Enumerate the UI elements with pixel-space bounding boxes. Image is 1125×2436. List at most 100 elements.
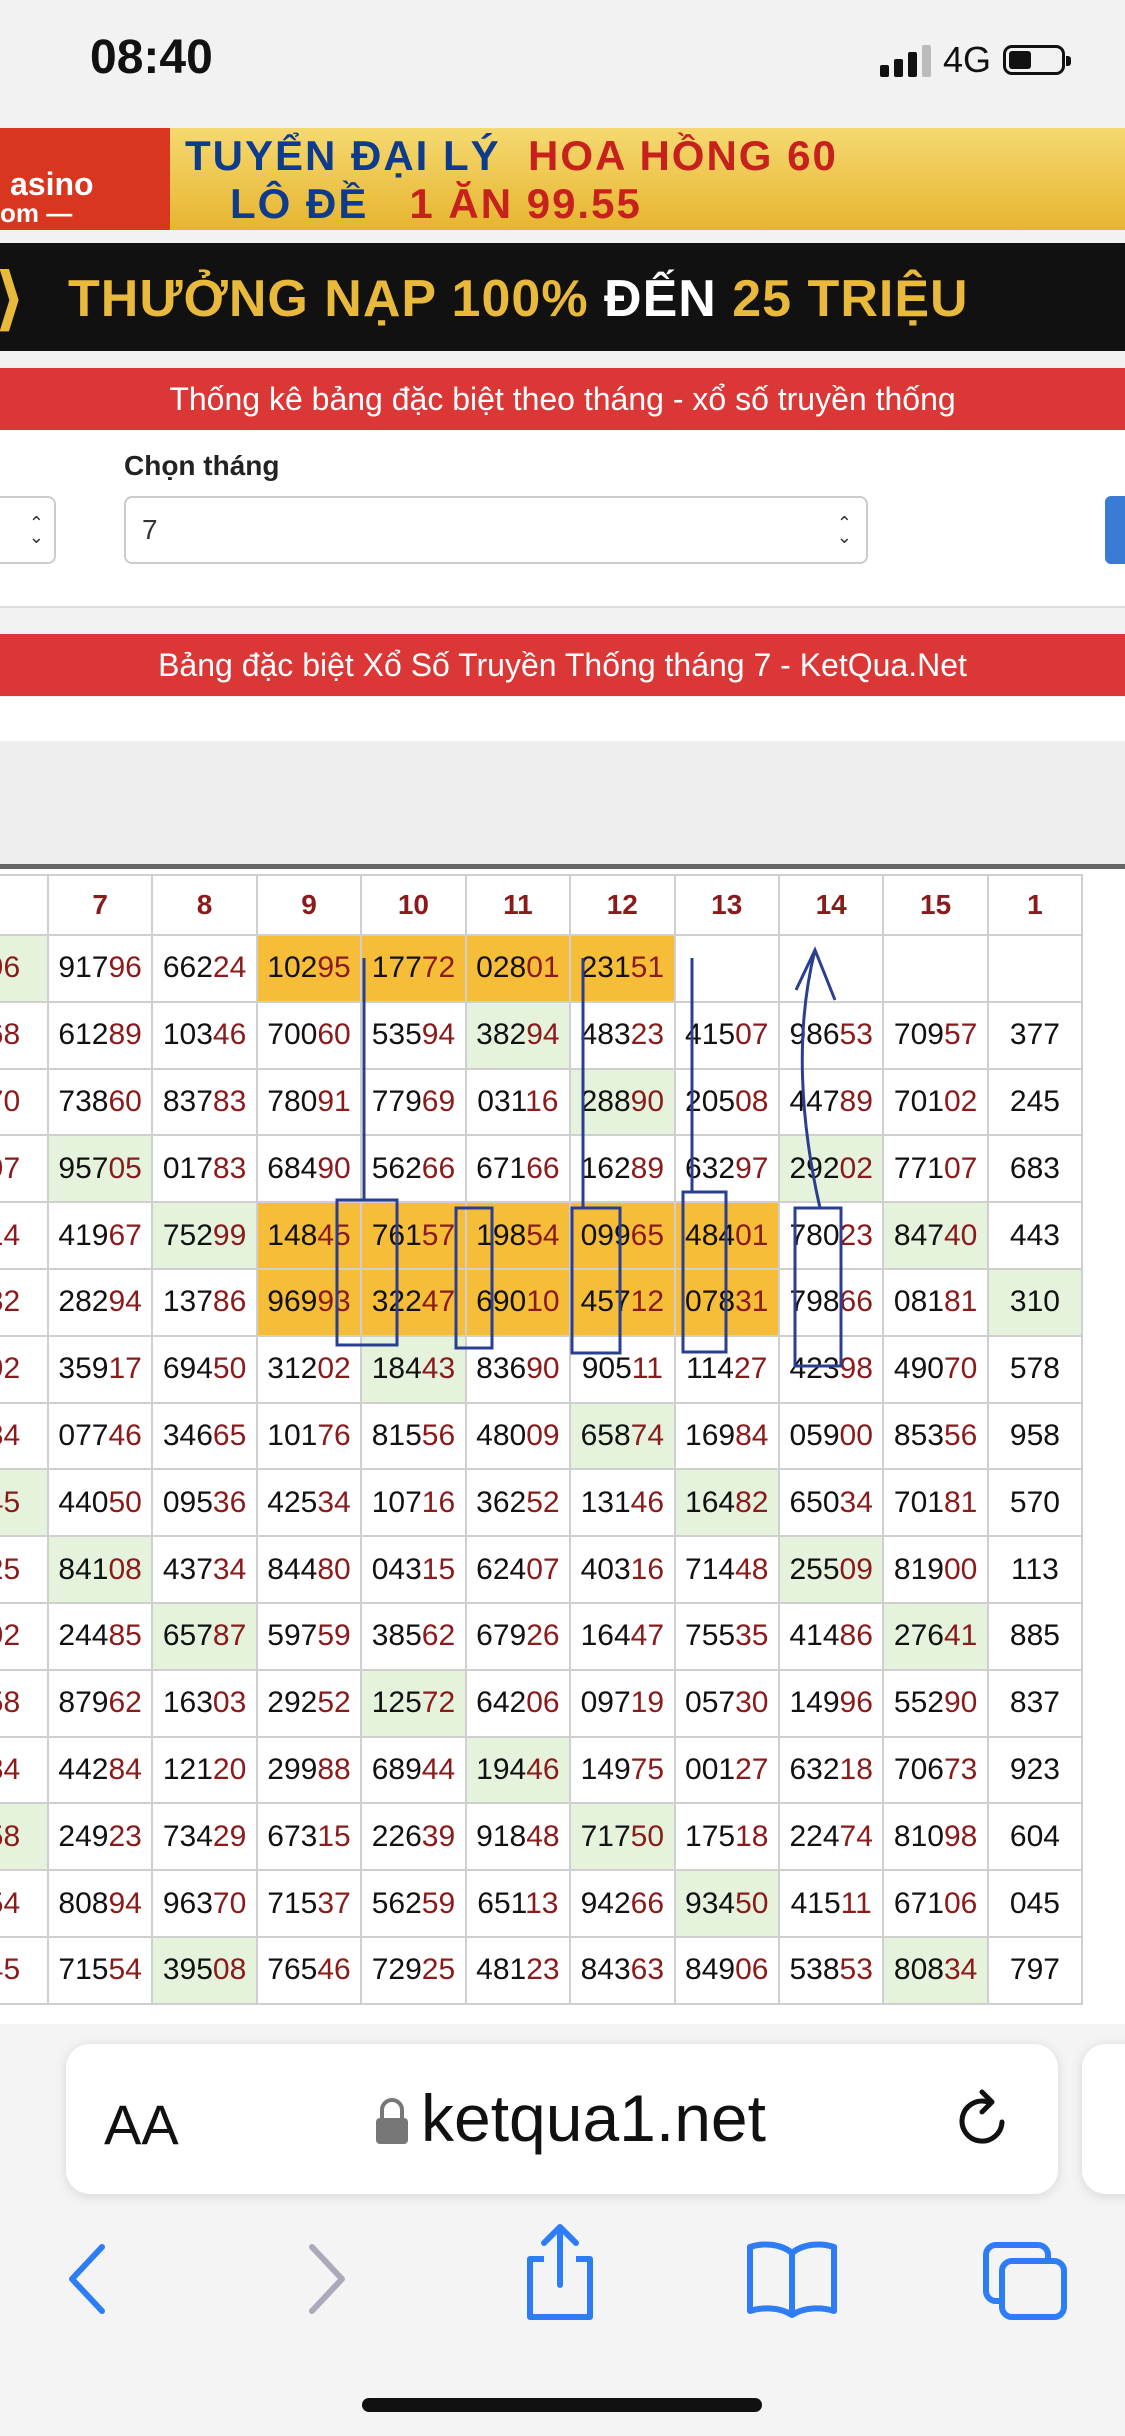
select-arrows-icon: ⌃ ⌄	[28, 513, 44, 547]
forward-button[interactable]	[302, 2239, 352, 2324]
chevron-right-icon	[309, 2244, 345, 2314]
table-cell: 59759	[255, 1601, 363, 1671]
table-cell: 44284	[46, 1735, 154, 1805]
url-text: ketqua1.net	[421, 2081, 766, 2155]
table-cell: 71537	[255, 1869, 363, 1938]
year-select[interactable]: ⌃ ⌄	[0, 496, 56, 564]
table-cell: 94266	[569, 1869, 676, 1938]
table-cell: 29202	[777, 1134, 885, 1204]
table-cell: 17518	[673, 1802, 780, 1872]
table-cell: 17772	[360, 934, 467, 1003]
table-cell: 683	[986, 1134, 1084, 1204]
table-cell: 66224	[151, 934, 258, 1003]
table-cell: 64206	[464, 1668, 572, 1738]
back-button[interactable]	[62, 2239, 112, 2324]
table-cell: 69450	[151, 1334, 258, 1404]
lock-icon	[376, 2098, 408, 2144]
table-cell: 570	[986, 1468, 1084, 1538]
table-cell: 16447	[569, 1601, 676, 1671]
share-button[interactable]	[520, 2223, 600, 2328]
table-row: 5480894963707153756259651139426693450415…	[0, 1869, 1084, 1938]
table-row: 4571554395087654672925481238436384906538…	[0, 1935, 1084, 2005]
table-cell	[882, 934, 989, 1003]
table-row: 8228294137869699332247690104571207831798…	[0, 1267, 1084, 1337]
banner-text: THƯỞNG NẠP 100%	[68, 270, 589, 328]
table-row: 4544050095364253410716362521314616482650…	[0, 1468, 1084, 1538]
table-cell: 45	[0, 1935, 49, 2005]
ad-banner-deposit[interactable]: ⟩ THƯỞNG NẠP 100% ĐẾN 25 TRIỆU	[0, 243, 1125, 351]
banner-line-2: LÔ ĐỀ 1 ĂN 99.55	[230, 180, 642, 228]
table-cell: 604	[986, 1802, 1084, 1872]
table-cell: 65113	[464, 1869, 572, 1938]
table-cell: 96	[0, 934, 49, 1003]
table-row: 9795705017836849056266671661628963297292…	[0, 1134, 1084, 1204]
view-button[interactable]	[1105, 496, 1125, 564]
table-cell: 797	[986, 1935, 1084, 2005]
table-cell: 92	[0, 1334, 49, 1404]
share-icon	[527, 2224, 593, 2320]
table-cell: 045	[986, 1869, 1084, 1938]
table-row: 7073860837837809177969031162889020508447…	[0, 1067, 1084, 1137]
month-select[interactable]: 7 ⌃ ⌄	[124, 496, 868, 564]
table-row: 2584108437348448004315624074031671448255…	[0, 1535, 1084, 1604]
table-cell: 70181	[882, 1468, 989, 1538]
special-results-table-container[interactable]: 7891011121314151 96917966622410295177720…	[0, 864, 1125, 2029]
table-cell: 05730	[673, 1668, 780, 1738]
banner-text: LÔ ĐỀ	[230, 180, 369, 227]
column-header: 11	[464, 874, 572, 936]
table-row: 8407746346651017681556480096587416984059…	[0, 1401, 1084, 1471]
bookmarks-button[interactable]	[744, 2239, 840, 2324]
table-cell: 70060	[255, 1000, 363, 1070]
table-cell: 48123	[464, 1935, 572, 2005]
table-cell: 84	[0, 1735, 49, 1805]
table-cell: 24923	[46, 1802, 154, 1872]
table-cell: 09719	[569, 1668, 676, 1738]
table-cell: 28294	[46, 1267, 154, 1337]
table-cell: 377	[986, 1000, 1084, 1070]
table-cell: 81900	[882, 1535, 989, 1604]
table-cell: 83783	[151, 1067, 258, 1137]
ad-banner-agency[interactable]: asino om — TUYỂN ĐẠI LÝ HOA HỒNG 60 LÔ Đ…	[0, 128, 1125, 230]
table-cell: 13146	[569, 1468, 676, 1538]
table-cell: 41507	[673, 1000, 780, 1070]
table-cell: 10716	[360, 1468, 467, 1538]
table-cell: 578	[986, 1334, 1084, 1404]
table-cell: 01783	[151, 1134, 258, 1204]
table-cell: 23151	[569, 934, 676, 1003]
column-header: 15	[882, 874, 989, 936]
table-cell: 91848	[464, 1802, 572, 1872]
book-icon	[747, 2241, 837, 2318]
table-cell: 04315	[360, 1535, 467, 1604]
table-cell: 84363	[569, 1935, 676, 2005]
table-cell: 32247	[360, 1267, 467, 1337]
table-cell: 81098	[882, 1802, 989, 1872]
table-cell: 77107	[882, 1134, 989, 1204]
table-cell: 42534	[255, 1468, 363, 1538]
banner-deposit-text: THƯỞNG NẠP 100% ĐẾN 25 TRIỆU	[68, 269, 969, 329]
table-cell: 68	[0, 1000, 49, 1070]
table-cell: 10346	[151, 1000, 258, 1070]
table-cell: 36252	[464, 1468, 572, 1538]
table-cell: 68490	[255, 1134, 363, 1204]
table-cell: 13786	[151, 1267, 258, 1337]
table-cell: 97	[0, 1134, 49, 1204]
table-cell: 58	[0, 1668, 49, 1738]
column-header: 13	[673, 874, 780, 936]
table-cell: 16482	[673, 1468, 780, 1538]
table-cell: 84740	[882, 1201, 989, 1270]
table-cell: 80834	[882, 1935, 989, 2005]
table-cell: 96993	[255, 1267, 363, 1337]
table-cell: 48009	[464, 1401, 572, 1471]
table-cell: 07746	[46, 1401, 154, 1471]
tabs-button[interactable]	[980, 2239, 1070, 2328]
reader-settings-button[interactable]: AA	[104, 2092, 179, 2157]
table-cell: 11427	[673, 1334, 780, 1404]
reload-icon[interactable]	[954, 2088, 1014, 2152]
table-cell: 25509	[777, 1535, 885, 1604]
divider	[0, 606, 1125, 608]
table-cell: 53853	[777, 1935, 885, 2005]
address-bar[interactable]: AA ketqua1.net	[66, 2044, 1058, 2194]
next-tab-address-bar[interactable]	[1082, 2044, 1125, 2194]
table-cell: 14	[0, 1201, 49, 1270]
table-cell: 03116	[464, 1067, 572, 1137]
